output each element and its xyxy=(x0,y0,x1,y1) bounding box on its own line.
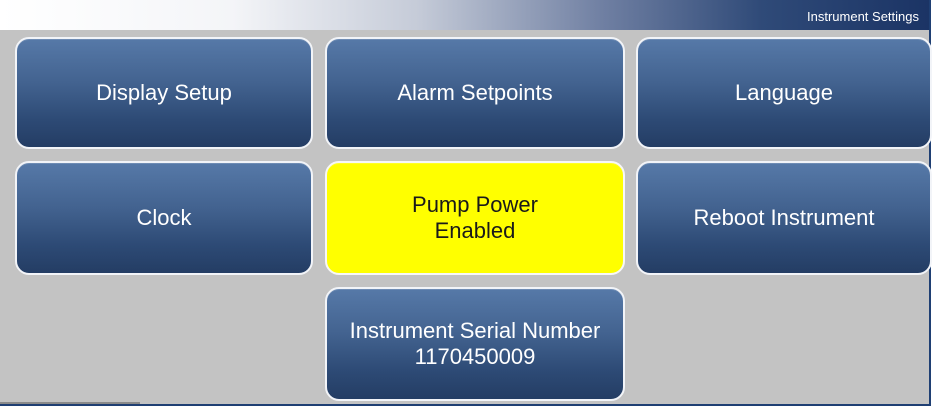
language-label: Language xyxy=(735,80,833,105)
alarm-setpoints-button[interactable]: Alarm Setpoints xyxy=(325,37,625,149)
clock-button[interactable]: Clock xyxy=(15,161,313,275)
reboot-instrument-label: Reboot Instrument xyxy=(693,205,875,230)
serial-number-value: 1170450009 xyxy=(414,344,536,369)
language-button[interactable]: Language xyxy=(636,37,932,149)
instrument-serial-number-button[interactable]: Instrument Serial Number 1170450009 xyxy=(325,287,625,401)
bottom-divider xyxy=(0,402,140,404)
clock-label: Clock xyxy=(136,205,192,230)
pump-power-label: Pump Power xyxy=(412,192,538,217)
reboot-instrument-button[interactable]: Reboot Instrument xyxy=(636,161,932,275)
screen-title: Instrument Settings xyxy=(807,9,919,24)
serial-number-label: Instrument Serial Number xyxy=(349,318,601,343)
display-setup-button[interactable]: Display Setup xyxy=(15,37,313,149)
instrument-settings-screen: Instrument Settings Display Setup Alarm … xyxy=(0,0,932,406)
title-bar: Instrument Settings xyxy=(0,0,929,30)
display-setup-label: Display Setup xyxy=(96,80,232,105)
alarm-setpoints-label: Alarm Setpoints xyxy=(397,80,553,105)
pump-power-state: Enabled xyxy=(434,218,516,243)
pump-power-toggle-button[interactable]: Pump Power Enabled xyxy=(325,161,625,275)
